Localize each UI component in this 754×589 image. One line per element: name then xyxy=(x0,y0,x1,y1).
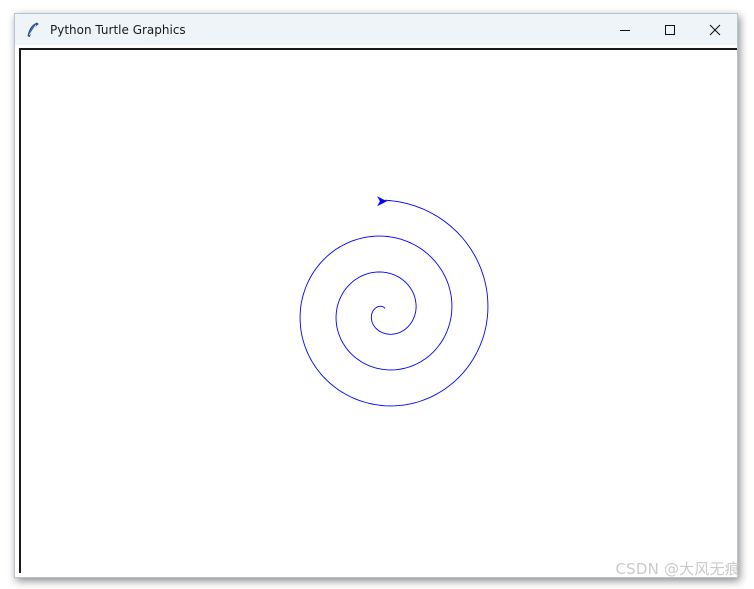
minimize-button[interactable] xyxy=(602,14,647,45)
title-bar[interactable]: Python Turtle Graphics xyxy=(15,14,737,45)
turtle-window: Python Turtle Graphics xyxy=(14,13,738,578)
maximize-icon xyxy=(664,24,675,35)
close-icon xyxy=(709,24,720,35)
feather-icon xyxy=(24,21,42,39)
spiral-drawing xyxy=(299,199,489,407)
watermark: CSDN @大风无痕 xyxy=(615,560,740,578)
window-controls xyxy=(602,14,737,45)
page: Python Turtle Graphics CSDN @大风无痕 xyxy=(0,0,754,589)
turtle-cursor xyxy=(377,196,387,207)
turtle-canvas[interactable] xyxy=(19,48,737,573)
maximize-button[interactable] xyxy=(647,14,692,45)
window-title: Python Turtle Graphics xyxy=(50,22,186,37)
minimize-icon xyxy=(619,29,630,31)
close-button[interactable] xyxy=(692,14,737,45)
